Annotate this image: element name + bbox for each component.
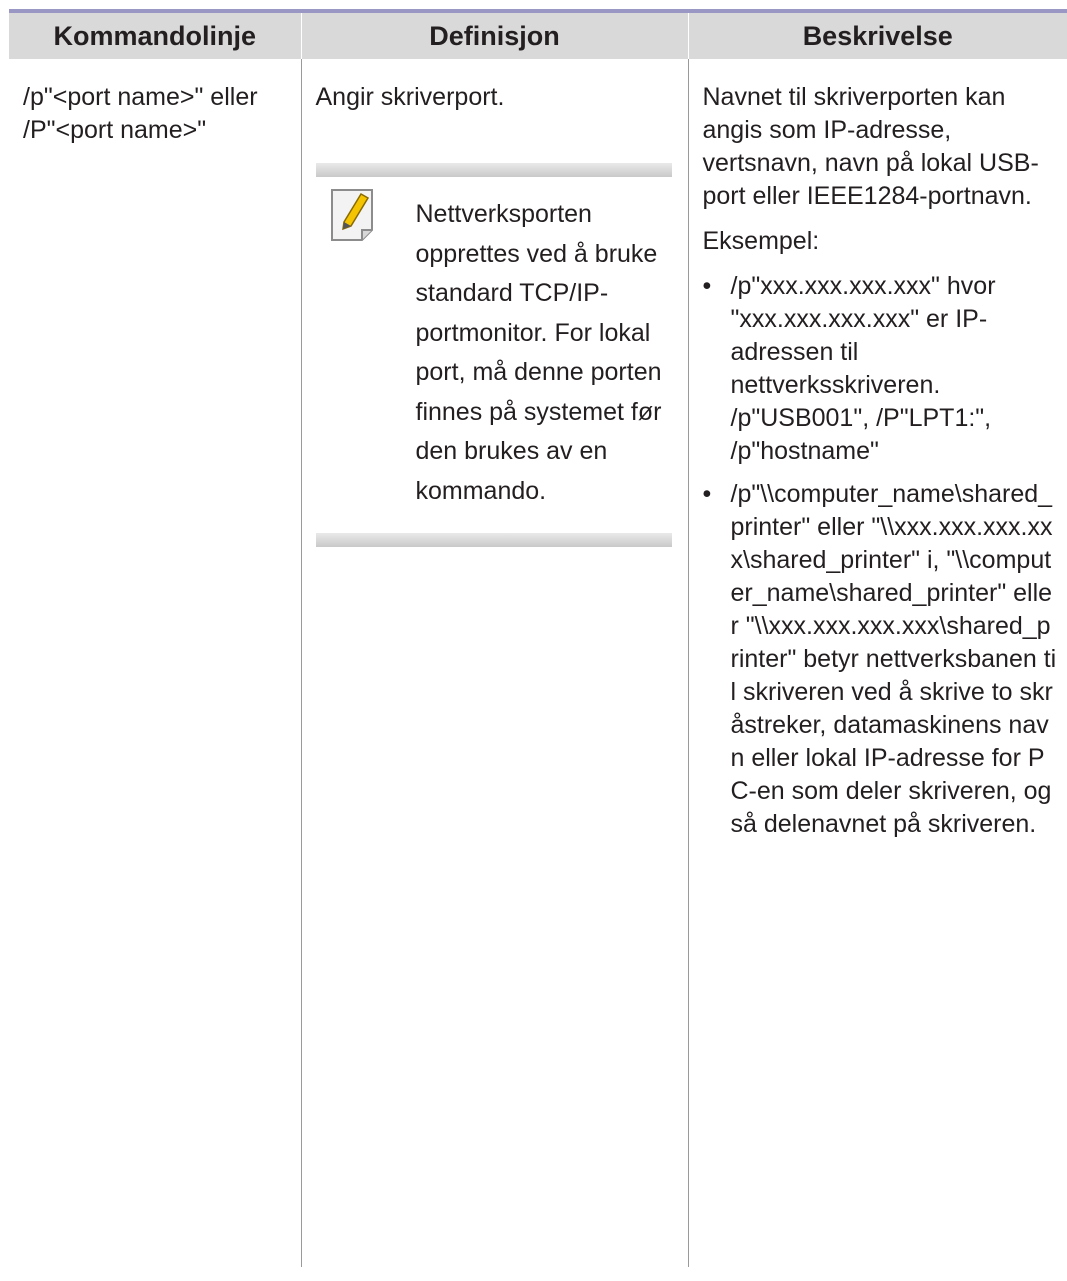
header-command: Kommandolinje: [9, 9, 301, 59]
table-header: Kommandolinje Definisjon Beskrivelse: [9, 9, 1067, 59]
note-text: Nettverksporten opprettes ved å bruke st…: [415, 200, 662, 505]
definition-cell: Angir skriverport. Nettverksporten oppre…: [300, 59, 688, 1267]
bullet-marker: •: [702, 272, 712, 300]
header-definition: Definisjon: [300, 9, 688, 59]
list-item: • /p"\\computer_name\shared_printer" ell…: [703, 478, 1058, 841]
description-intro: Navnet til skriverporten kan angis som I…: [702, 83, 1039, 210]
command-cell: /p"<port name>" eller /P"<port name>": [9, 59, 301, 1267]
command-text: /p"<port name>" eller /P"<port name>": [23, 83, 258, 144]
example-text: /p"\\computer_name\shared_printer" eller…: [730, 480, 1057, 838]
note-box: Nettverksporten opprettes ved å bruke st…: [315, 163, 672, 547]
note-body: Nettverksporten opprettes ved å bruke st…: [316, 177, 672, 533]
description-cell: Navnet til skriverporten kan angis som I…: [687, 59, 1067, 1267]
header-description: Beskrivelse: [687, 9, 1067, 59]
note-bottom-bar: [315, 533, 672, 547]
document-page: Kommandolinje Definisjon Beskrivelse /p"…: [0, 0, 1067, 1281]
command-table: Kommandolinje Definisjon Beskrivelse /p"…: [9, 9, 1067, 1267]
example-label: Eksempel:: [702, 227, 820, 255]
list-item: • /p"xxx.xxx.xxx.xxx" hvor "xxx.xxx.xxx.…: [703, 270, 1058, 468]
header-row: Kommandolinje Definisjon Beskrivelse: [9, 9, 1067, 59]
example-list: • /p"xxx.xxx.xxx.xxx" hvor "xxx.xxx.xxx.…: [703, 270, 1058, 841]
example-text: /p"xxx.xxx.xxx.xxx" hvor "xxx.xxx.xxx.xx…: [730, 272, 996, 465]
note-top-bar: [315, 163, 672, 177]
definition-text: Angir skriverport.: [315, 83, 505, 111]
note-pencil-icon: [330, 189, 373, 241]
table-row: /p"<port name>" eller /P"<port name>" An…: [9, 59, 1067, 1267]
bullet-marker: •: [702, 480, 712, 508]
